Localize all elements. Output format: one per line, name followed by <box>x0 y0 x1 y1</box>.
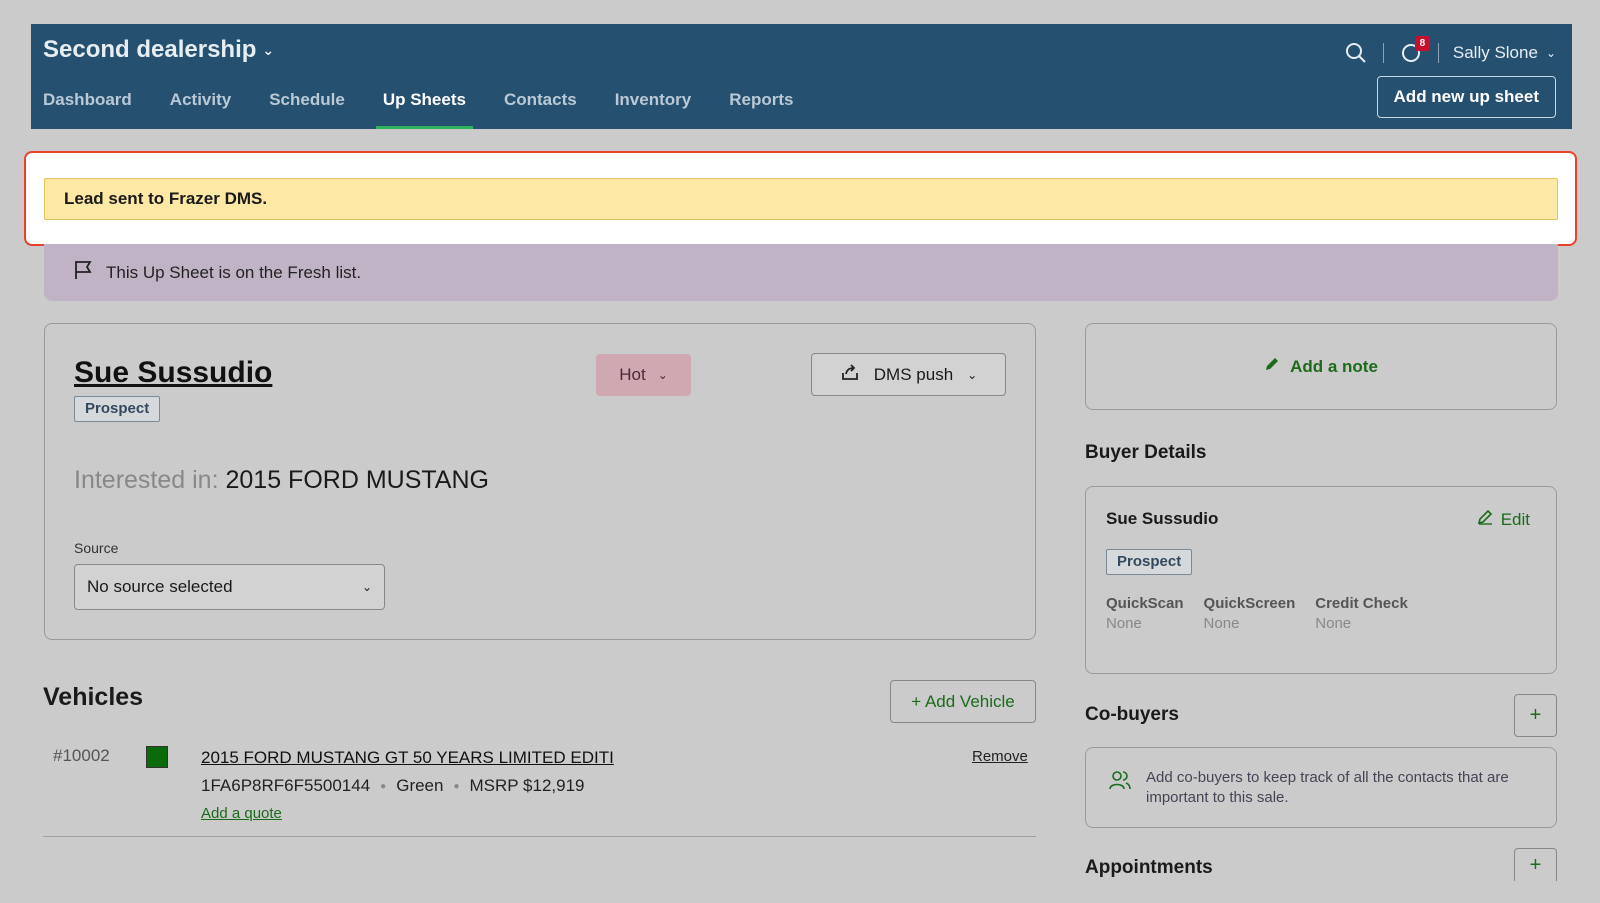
interested-in: Interested in: 2015 FORD MUSTANG <box>74 466 489 495</box>
lead-sent-alert: Lead sent to Frazer DMS. <box>44 178 1558 220</box>
flag-icon <box>72 259 94 286</box>
co-buyers-heading: Co-buyers <box>1085 704 1179 725</box>
divider <box>43 836 1036 837</box>
vehicles-heading: Vehicles <box>43 683 144 711</box>
fresh-list-text: This Up Sheet is on the Fresh list. <box>106 262 362 282</box>
check-quickscreen: QuickScreen None <box>1204 595 1296 632</box>
vehicle-color-swatch <box>146 746 168 768</box>
buyer-details-heading: Buyer Details <box>1085 442 1207 463</box>
temperature-dropdown[interactable]: Hot ⌄ <box>596 354 691 396</box>
temperature-label: Hot <box>619 365 646 384</box>
divider <box>1437 43 1439 63</box>
search-icon[interactable] <box>1343 40 1369 66</box>
check-credit: Credit Check None <box>1315 595 1408 632</box>
separator-dot: ● <box>380 780 387 792</box>
nav-contacts[interactable]: Contacts <box>485 88 596 129</box>
notifications-icon[interactable]: 8 <box>1398 36 1430 66</box>
status-badge: Prospect <box>74 396 161 422</box>
check-value: None <box>1315 615 1352 632</box>
nav-dashboard[interactable]: Dashboard <box>43 88 151 129</box>
share-icon <box>840 362 860 387</box>
edit-buyer-button[interactable]: Edit <box>1477 509 1530 530</box>
dealership-switcher[interactable]: Second dealership ⌄ <box>43 36 274 64</box>
vehicle-stock-number: #10002 <box>53 746 110 765</box>
header-actions: 8 Sally Slone ⌄ <box>1343 36 1556 66</box>
edit-label: Edit <box>1500 509 1530 529</box>
buyer-details-card: Sue Sussudio Edit Prospect QuickScan Non… <box>1085 486 1557 674</box>
check-value: None <box>1203 615 1240 632</box>
add-vehicle-button[interactable]: + Add Vehicle <box>890 680 1036 723</box>
chevron-down-icon: ⌄ <box>1545 46 1556 60</box>
dms-push-label: DMS push <box>873 364 954 384</box>
dealership-name: Second dealership <box>43 36 257 63</box>
chevron-down-icon: ⌄ <box>967 367 978 382</box>
main-nav: Dashboard Activity Schedule Up Sheets Co… <box>43 88 812 129</box>
source-select[interactable]: No source selected ⌄ <box>74 564 385 610</box>
vehicle-name-link[interactable]: 2015 FORD MUSTANG GT 50 YEARS LIMITED ED… <box>201 748 614 768</box>
check-quickscan: QuickScan None <box>1106 595 1184 632</box>
users-icon <box>1108 768 1132 797</box>
interested-label: Interested in: <box>74 466 219 494</box>
vehicle-color: Green <box>396 776 444 795</box>
separator-dot: ● <box>453 780 460 792</box>
buyer-name: Sue Sussudio <box>1106 509 1219 528</box>
nav-schedule[interactable]: Schedule <box>250 88 364 129</box>
co-buyers-hint: Add co-buyers to keep track of all the c… <box>1146 769 1509 806</box>
lead-card: Sue Sussudio Prospect Hot ⌄ DMS push ⌄ I… <box>44 323 1036 640</box>
appointments-heading: Appointments <box>1085 857 1213 878</box>
pencil-icon <box>1264 356 1280 377</box>
check-value: None <box>1106 615 1142 632</box>
add-note-label: Add a note <box>1290 356 1378 376</box>
add-note-button[interactable]: Add a note <box>1085 323 1557 410</box>
divider <box>1382 43 1384 63</box>
source-label: Source <box>74 540 119 556</box>
nav-activity[interactable]: Activity <box>151 88 250 129</box>
vehicle-vin: 1FA6P8RF6F5500144 <box>201 776 371 795</box>
nav-up-sheets[interactable]: Up Sheets <box>364 88 485 129</box>
notification-badge: 8 <box>1414 36 1430 51</box>
interested-vehicle: 2015 FORD MUSTANG <box>225 466 489 494</box>
top-header: Second dealership ⌄ Dashboard Activity S… <box>31 24 1572 129</box>
source-value: No source selected <box>87 577 233 596</box>
nav-inventory[interactable]: Inventory <box>596 88 711 129</box>
remove-vehicle-link[interactable]: Remove <box>972 748 1028 765</box>
fresh-list-banner: This Up Sheet is on the Fresh list. <box>44 244 1558 301</box>
add-new-up-sheet-button[interactable]: Add new up sheet <box>1376 76 1556 118</box>
check-title: QuickScan <box>1106 595 1184 612</box>
chevron-down-icon: ⌄ <box>361 580 372 594</box>
check-title: QuickScreen <box>1203 595 1296 612</box>
add-appointment-button[interactable]: + <box>1514 848 1557 881</box>
dms-push-dropdown[interactable]: DMS push ⌄ <box>811 353 1006 396</box>
nav-reports[interactable]: Reports <box>710 88 812 129</box>
credit-checks: QuickScan None QuickScreen None Credit C… <box>1106 595 1408 632</box>
add-co-buyer-button[interactable]: + <box>1514 694 1557 737</box>
status-badge: Prospect <box>1106 549 1193 575</box>
lead-name-link[interactable]: Sue Sussudio <box>74 356 272 390</box>
vehicle-details: 1FA6P8RF6F5500144 ● Green ● MSRP $12,919 <box>201 776 585 796</box>
user-menu[interactable]: Sally Slone ⌄ <box>1453 43 1556 63</box>
check-title: Credit Check <box>1315 595 1408 612</box>
pencil-icon <box>1477 509 1493 530</box>
chevron-down-icon: ⌄ <box>262 41 275 58</box>
co-buyers-empty-card: Add co-buyers to keep track of all the c… <box>1085 747 1557 828</box>
chevron-down-icon: ⌄ <box>657 368 668 382</box>
add-quote-link[interactable]: Add a quote <box>201 805 282 822</box>
user-name: Sally Slone <box>1452 43 1538 62</box>
vehicle-msrp: MSRP $12,919 <box>469 776 585 795</box>
